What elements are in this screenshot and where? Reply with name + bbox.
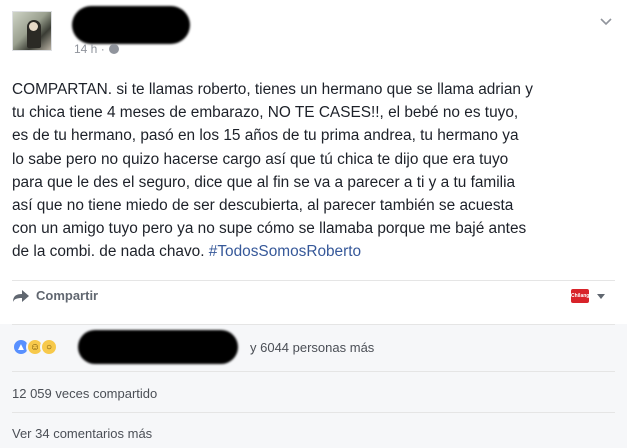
divider: [12, 412, 615, 413]
globe-icon: [108, 44, 119, 54]
reaction-icons[interactable]: ▲ ☺ ○: [12, 338, 58, 356]
post-text: COMPARTAN. si te llamas roberto, tienes …: [12, 81, 533, 261]
divider: [12, 324, 615, 325]
view-more-comments[interactable]: Ver 34 comentarios más: [12, 426, 152, 441]
share-arrow-icon: [13, 289, 29, 302]
post-timestamp[interactable]: 14 h ·: [74, 42, 105, 56]
caret-down-icon[interactable]: [597, 294, 605, 299]
page-badge[interactable]: Chilango: [571, 289, 592, 303]
redacted-author-name: [72, 6, 190, 44]
divider: [12, 280, 615, 281]
hashtag-link[interactable]: #TodosSomosRoberto: [209, 243, 361, 260]
post-card: 14 h · COMPARTAN. si te llamas roberto, …: [0, 0, 627, 448]
share-button[interactable]: Compartir: [12, 288, 98, 303]
shares-count[interactable]: 12 059 veces compartido: [12, 386, 157, 401]
share-label: Compartir: [36, 288, 99, 303]
divider: [12, 371, 615, 372]
post-body: COMPARTAN. si te llamas roberto, tienes …: [12, 78, 617, 264]
chevron-down-icon[interactable]: [599, 14, 613, 28]
wow-icon: ○: [40, 338, 58, 356]
redacted-reactor-names: [78, 330, 238, 364]
author-avatar[interactable]: [12, 11, 52, 51]
reaction-count[interactable]: y 6044 personas más: [250, 340, 374, 355]
post-timestamp-row[interactable]: 14 h ·: [74, 42, 119, 56]
